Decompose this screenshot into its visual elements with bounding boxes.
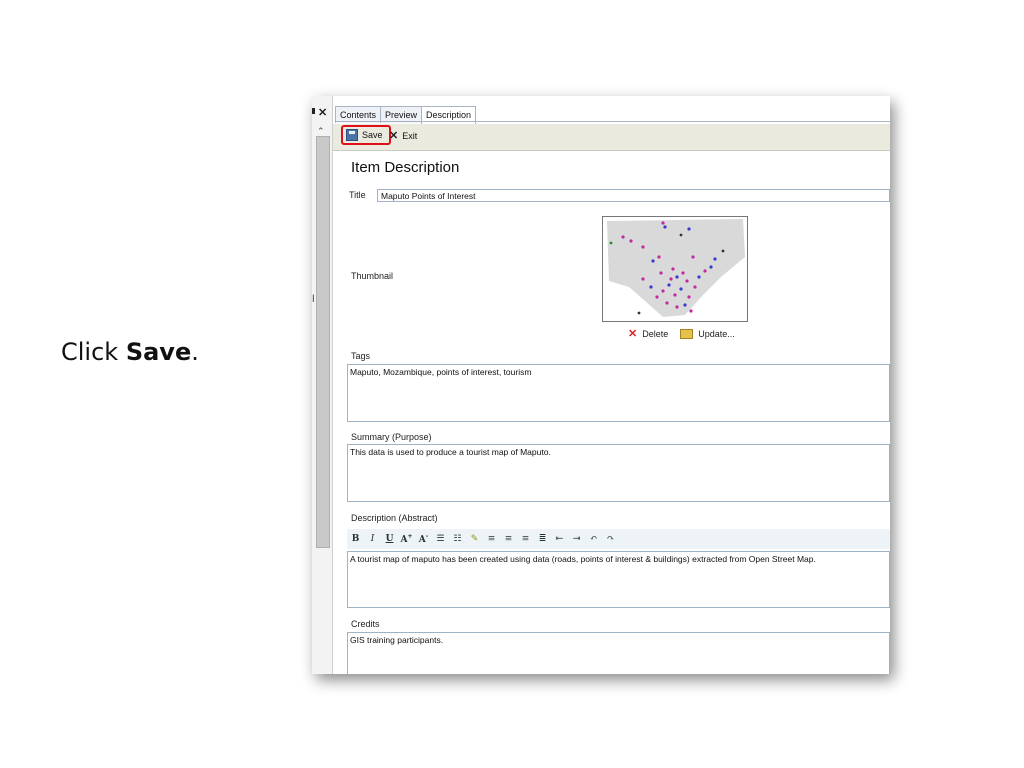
instruction-suffix: . (191, 338, 199, 366)
tab-description[interactable]: Description (421, 106, 477, 125)
map-thumbnail (603, 217, 747, 321)
instruction-prefix: Click (61, 338, 126, 366)
title-field[interactable]: Maputo Points of Interest (377, 189, 890, 202)
shrink-font-icon[interactable]: A- (415, 533, 432, 545)
grow-font-icon[interactable]: A+ (398, 533, 415, 545)
underline-button[interactable]: U (381, 534, 398, 544)
save-icon (346, 129, 358, 141)
outdent-icon[interactable]: ⇤ (551, 534, 568, 544)
delete-icon: ✕ (628, 328, 638, 340)
scrollbar[interactable] (316, 136, 330, 548)
tags-label: Tags (351, 351, 371, 361)
description-pane: Contents Preview Description Save ✕ Exit… (333, 96, 890, 674)
redo-icon[interactable]: ↷ (602, 534, 619, 544)
align-center-icon[interactable]: ≡ (500, 534, 517, 544)
page-title: Item Description (351, 159, 460, 176)
thumbnail-actions: ✕ Delete Update... (628, 327, 735, 340)
panel-edge-mark (312, 108, 315, 114)
screenshot-window: ✕ ⌃ ǀ Contents Preview Description Save … (312, 96, 890, 674)
bold-button[interactable]: B (347, 534, 364, 544)
highlight-icon[interactable]: ✎ (466, 534, 483, 544)
panel-cursor-mark: ǀ (312, 294, 315, 305)
thumbnail-label: Thumbnail (351, 271, 394, 281)
justify-icon[interactable]: ≣ (534, 534, 551, 544)
save-button[interactable]: Save (341, 125, 391, 145)
thumbnail-image (602, 216, 748, 322)
update-button[interactable]: Update... (680, 327, 735, 340)
credits-field[interactable]: GIS training participants. (347, 632, 890, 674)
delete-button[interactable]: ✕ Delete (628, 327, 668, 340)
tab-divider (335, 121, 890, 122)
instruction-text: Click Save. (61, 338, 199, 366)
undo-icon[interactable]: ↶ (585, 534, 602, 544)
numbered-list-icon[interactable]: ☷ (449, 534, 466, 544)
richtext-toolbar: B I U A+ A- ☰ ☷ ✎ ≡ ≡ ≡ ≣ ⇤ ⇥ ↶ ↷ (347, 529, 890, 549)
description-field[interactable]: A tourist map of maputo has been created… (347, 551, 890, 608)
toolbar: Save ✕ Exit (333, 124, 890, 151)
summary-label: Summary (Purpose) (351, 432, 432, 442)
close-icon: ✕ (389, 130, 399, 142)
exit-button[interactable]: ✕ Exit (389, 129, 417, 142)
title-label: Title (349, 190, 366, 200)
credits-label: Credits (351, 619, 380, 629)
instruction-bold: Save (125, 338, 192, 366)
exit-label: Exit (402, 130, 418, 141)
align-right-icon[interactable]: ≡ (517, 534, 534, 544)
delete-label: Delete (642, 328, 669, 339)
bullet-list-icon[interactable]: ☰ (432, 534, 449, 544)
summary-field[interactable]: This data is used to produce a tourist m… (347, 444, 890, 502)
align-left-icon[interactable]: ≡ (483, 534, 500, 544)
italic-button[interactable]: I (364, 534, 381, 544)
description-label: Description (Abstract) (351, 513, 438, 523)
tags-field[interactable]: Maputo, Mozambique, points of interest, … (347, 364, 890, 422)
folder-icon (680, 328, 694, 339)
close-icon[interactable]: ✕ (318, 106, 327, 119)
indent-icon[interactable]: ⇥ (568, 534, 585, 544)
left-panel: ✕ ⌃ ǀ (312, 96, 333, 674)
update-label: Update... (698, 328, 735, 339)
save-label: Save (362, 130, 383, 140)
